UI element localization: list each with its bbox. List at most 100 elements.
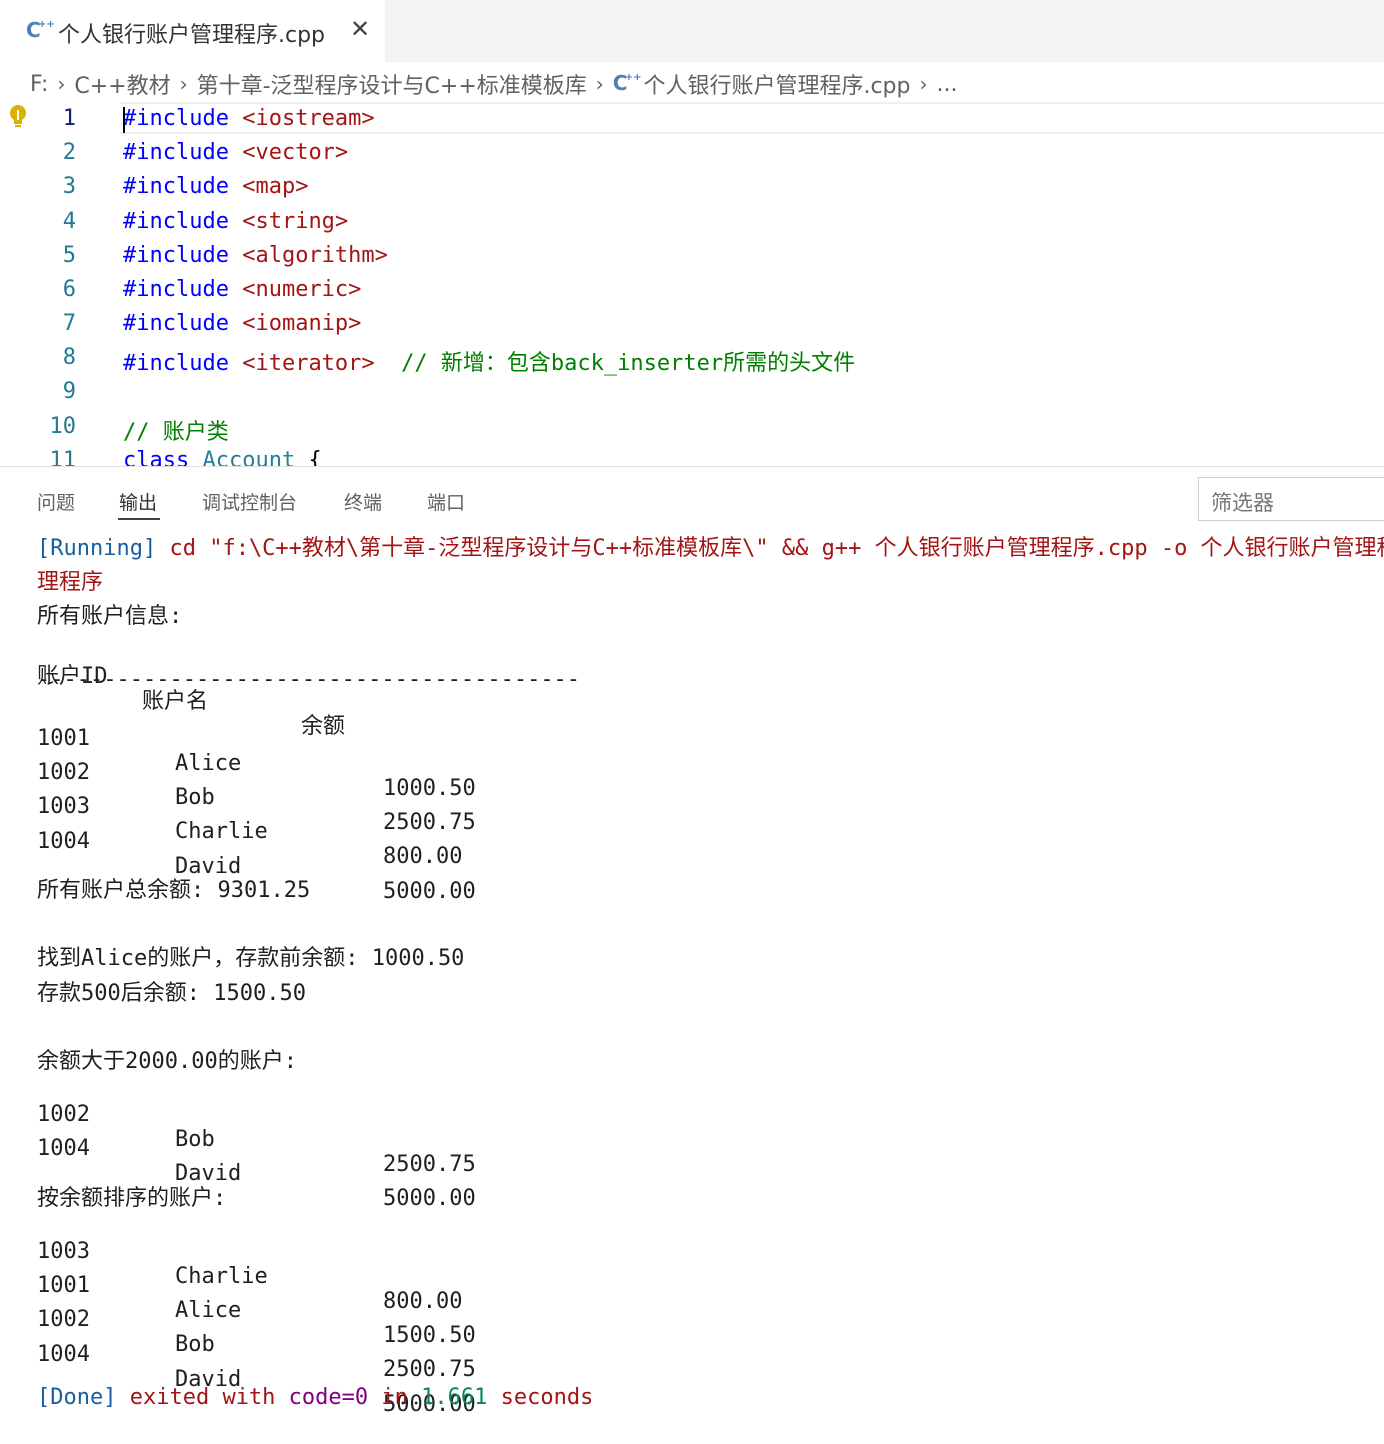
- account-balance: 2500.75: [383, 1357, 476, 1382]
- account-row: 1004 David 5000.00: [37, 804, 637, 904]
- code-line: 9: [0, 375, 1384, 409]
- chevron-right-icon: ›: [57, 72, 66, 96]
- line-number: 1: [62, 106, 76, 131]
- tab-terminal[interactable]: 终端: [344, 488, 382, 515]
- breadcrumb-folder-cpp[interactable]: C++教材: [74, 68, 170, 100]
- code-header: <map>: [228, 174, 309, 199]
- code-line: 1 #include <iostream>: [0, 102, 1384, 136]
- output-title-all: 所有账户信息:: [37, 604, 183, 629]
- breadcrumb-drive[interactable]: F:: [30, 72, 48, 97]
- code-keyword: #include: [123, 311, 229, 336]
- code-keyword: #include: [123, 243, 229, 268]
- panel-tab-bar: 问题 输出 调试控制台 终端 端口: [0, 474, 1384, 522]
- code-keyword: #include: [123, 106, 229, 131]
- code-line: 3 #include <map>: [0, 170, 1384, 204]
- code-header: <string>: [228, 209, 349, 234]
- code-header: <numeric>: [228, 277, 362, 302]
- account-row: 1001 Alice 1000.50: [37, 701, 637, 801]
- account-id: 1004: [37, 1342, 90, 1367]
- tab-ports[interactable]: 端口: [427, 488, 465, 515]
- code-header: <iomanip>: [228, 311, 362, 336]
- line-number: 7: [62, 311, 76, 336]
- code-keyword: #include: [123, 140, 229, 165]
- code-line: 11 class Account {: [0, 444, 1384, 466]
- output-running-wrap: 理程序: [37, 570, 104, 595]
- output-title-over: 余额大于2000.00的账户:: [37, 1049, 297, 1074]
- code-header: <iostream>: [228, 106, 375, 131]
- code-brace: {: [295, 448, 322, 466]
- breadcrumb-file[interactable]: 个人银行账户管理程序.cpp: [643, 68, 910, 100]
- code-comment: // 账户类: [123, 420, 229, 445]
- running-command: cd "f:\C++教材\第十章-泛型程序设计与C++标准模板库\" && g+…: [156, 536, 1384, 561]
- tab-debug-console[interactable]: 调试控制台: [202, 488, 297, 515]
- account-row: 1002 Bob 2500.75: [37, 1282, 637, 1382]
- output-after-deposit: 存款500后余额: 1500.50: [37, 981, 306, 1006]
- account-balance: 800.00: [383, 844, 463, 869]
- done-seconds: seconds: [487, 1385, 594, 1410]
- text-cursor: [123, 107, 125, 133]
- account-balance: 2500.75: [383, 1152, 476, 1177]
- code-keyword: #include: [123, 351, 229, 376]
- account-row: 1003 Charlie 800.00: [37, 1214, 637, 1314]
- breadcrumb-more[interactable]: ...: [936, 72, 957, 97]
- tab-problems[interactable]: 问题: [37, 488, 75, 515]
- tab-title: 个人银行账户管理程序.cpp: [58, 23, 326, 48]
- line-number: 2: [62, 140, 76, 165]
- chevron-right-icon: ›: [595, 72, 604, 96]
- output-divider: ----------------------------------------…: [37, 667, 581, 692]
- cpp-file-icon: C ++: [612, 71, 642, 95]
- account-balance: 5000.00: [383, 879, 476, 904]
- code-line: 7 #include <iomanip>: [0, 307, 1384, 341]
- done-tag: [Done]: [37, 1385, 117, 1410]
- account-balance: 5000.00: [383, 1186, 476, 1211]
- cpp-file-icon: C ++: [26, 18, 55, 42]
- code-line: 2 #include <vector>: [0, 136, 1384, 170]
- output-table-header: 账户ID 账户名 余额: [37, 633, 637, 739]
- close-icon[interactable]: ✕: [350, 15, 370, 43]
- code-keyword: #include: [123, 174, 229, 199]
- code-header: <iterator>: [228, 351, 375, 376]
- account-row: 1004 David 5000.00: [37, 1317, 637, 1417]
- tab-output[interactable]: 输出: [119, 488, 157, 515]
- account-id: 1004: [37, 829, 90, 854]
- code-editor[interactable]: 1 #include <iostream> 2 #include <vector…: [0, 102, 1384, 466]
- line-number: 5: [62, 243, 76, 268]
- output-total: 所有账户总余额: 9301.25: [37, 878, 311, 903]
- code-line: 5 #include <algorithm>: [0, 239, 1384, 273]
- line-number: 4: [62, 209, 76, 234]
- running-tag: [Running]: [37, 536, 157, 561]
- account-row: 1002 Bob 2500.75: [37, 1077, 637, 1177]
- code-comment: // 新增：包含back_inserter所需的头文件: [374, 351, 856, 376]
- done-code: code=0: [288, 1385, 369, 1410]
- filter-input[interactable]: 筛选器: [1198, 477, 1384, 521]
- output-running-line: [Running] cd "f:\C++教材\第十章-泛型程序设计与C++标准模…: [37, 530, 1384, 564]
- account-row: 1001 Alice 1500.50: [37, 1248, 637, 1348]
- breadcrumb-folder-chapter[interactable]: 第十章-泛型程序设计与C++标准模板库: [197, 68, 587, 100]
- line-number: 9: [62, 379, 76, 404]
- code-keyword: #include: [123, 209, 229, 234]
- code-line: 4 #include <string>: [0, 205, 1384, 239]
- code-keyword: #include: [123, 277, 229, 302]
- done-time: 1.661: [421, 1385, 488, 1410]
- code-keyword: class: [123, 448, 190, 466]
- line-number: 8: [62, 345, 76, 370]
- breadcrumb: F: › C++教材 › 第十章-泛型程序设计与C++标准模板库 › C ++ 个…: [30, 66, 957, 102]
- output-done-line: [Done] exited with code=0 in 1.661 secon…: [37, 1385, 593, 1419]
- chevron-right-icon: ›: [919, 72, 928, 96]
- code-line: 8 #include <iterator> // 新增：包含back_inser…: [0, 341, 1384, 376]
- panel-divider: [0, 466, 1384, 467]
- account-row: 1003 Charlie 800.00: [37, 769, 637, 869]
- code-header: <vector>: [228, 140, 349, 165]
- done-exited: exited with: [116, 1385, 289, 1410]
- account-row: 1002 Bob 2500.75: [37, 735, 637, 835]
- tab-cpp-file[interactable]: C ++ 个人银行账户管理程序.cpp ✕: [0, 0, 385, 62]
- output-title-sorted: 按余额排序的账户:: [37, 1186, 227, 1211]
- editor-tab-bar: C ++ 个人银行账户管理程序.cpp ✕: [0, 0, 1384, 62]
- line-number: 10: [49, 414, 77, 439]
- active-tab-indicator: [118, 518, 160, 520]
- code-class-name: Account: [189, 448, 296, 466]
- line-number: 3: [62, 174, 76, 199]
- chevron-right-icon: ›: [179, 72, 188, 96]
- line-number: 6: [62, 277, 76, 302]
- account-row: 1004 David 5000.00: [37, 1111, 637, 1211]
